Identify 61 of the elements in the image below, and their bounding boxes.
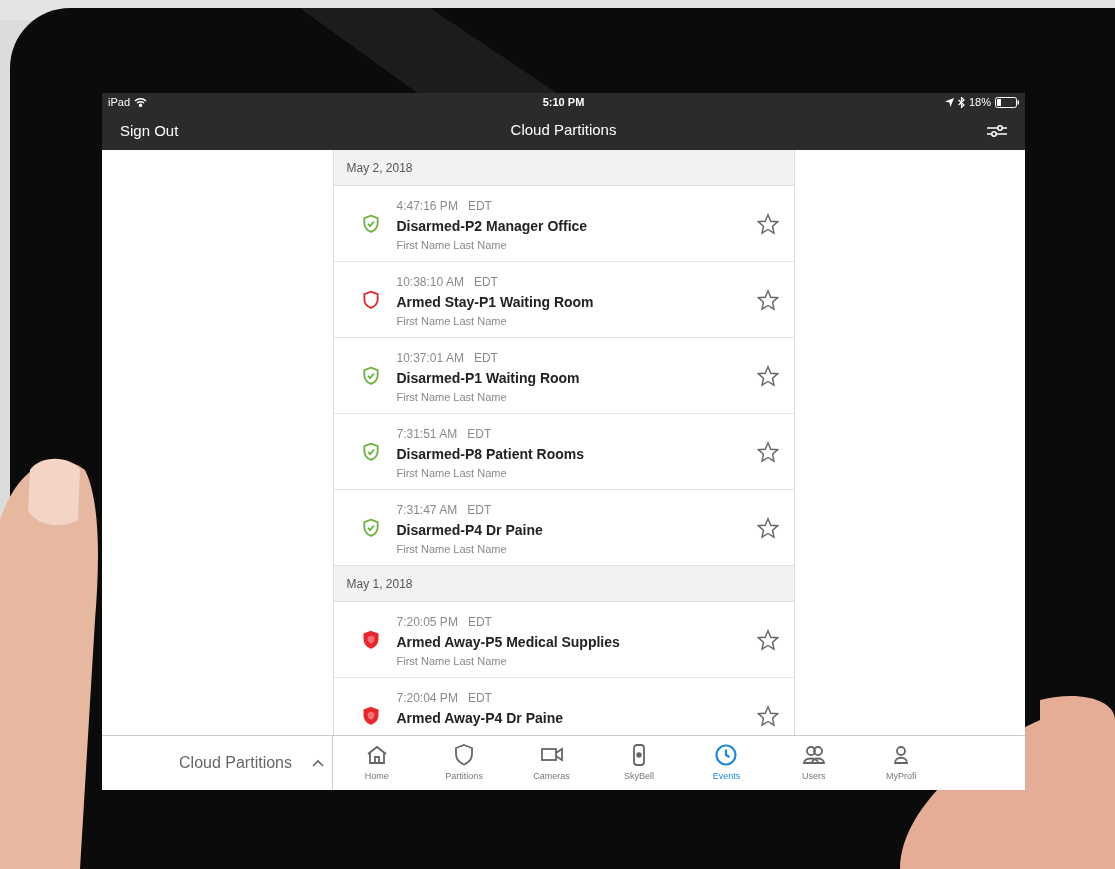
- star-icon[interactable]: [756, 441, 779, 463]
- event-title: Armed Stay-P1 Waiting Room: [396, 293, 595, 312]
- star-icon[interactable]: [756, 629, 779, 651]
- time-zone: EDT: [467, 426, 492, 443]
- event-user: First Name Last Name: [396, 314, 508, 329]
- event-user: First Name Last Name: [396, 654, 508, 669]
- location-icon: [945, 97, 954, 107]
- event-title: Disarmed-P4 Dr Paine: [396, 521, 544, 540]
- tab-bar-item[interactable]: SkyBell: [595, 736, 683, 790]
- chevron-up-icon: [312, 759, 324, 767]
- shield-check-icon: [360, 214, 381, 234]
- date-header: May 1, 2018: [346, 575, 413, 593]
- tab-bar-item[interactable]: Partitions: [420, 736, 508, 790]
- time-zone: EDT: [473, 274, 498, 291]
- event-time: 10:37:01 AM: [396, 350, 464, 367]
- partition-picker[interactable]: Cloud Partitions: [102, 736, 333, 790]
- event-user: First Name Last Name: [396, 466, 508, 481]
- event-time: 10:38:10 AM: [396, 274, 464, 291]
- event-time: 7:31:51 AM: [396, 426, 458, 443]
- filter-icon[interactable]: [987, 123, 1007, 138]
- star-icon[interactable]: [756, 705, 779, 727]
- event-user: First Name Last Name: [396, 542, 508, 557]
- battery-percent: 18%: [969, 94, 991, 110]
- tab-bar-item[interactable]: MyProfi: [857, 736, 945, 790]
- time-zone: EDT: [467, 614, 492, 631]
- event-title: Disarmed-P2 Manager Office: [396, 217, 589, 236]
- tab-bar-item[interactable]: Home: [333, 736, 421, 790]
- event-user: First Name Last Name: [396, 390, 508, 405]
- date-header: May 2, 2018: [346, 159, 413, 177]
- event-time: 7:20:04 PM: [396, 690, 458, 707]
- star-icon[interactable]: [756, 517, 779, 539]
- time-zone: EDT: [467, 502, 492, 519]
- star-icon[interactable]: [756, 289, 779, 311]
- event-title: Armed Away-P4 Dr Paine: [396, 709, 564, 728]
- tab-bar-item[interactable]: Users: [770, 736, 858, 790]
- shield-check-icon: [360, 366, 381, 386]
- carrier-label: iPad: [108, 94, 131, 110]
- tab-bar-item[interactable]: Cameras: [507, 736, 596, 790]
- bluetooth-icon: [958, 96, 965, 108]
- event-title: Disarmed-P8 Patient Rooms: [396, 445, 585, 464]
- event-time: 4:47:16 PM: [396, 198, 458, 215]
- nav-title: Cloud Partitions: [510, 120, 617, 141]
- time-zone: EDT: [473, 350, 498, 367]
- sign-out-button[interactable]: Sign Out: [120, 119, 179, 142]
- clock-icon: [714, 742, 739, 767]
- tab-bar-item[interactable]: Events: [682, 736, 771, 790]
- event-time: 7:31:47 AM: [396, 502, 458, 519]
- event-time: 7:20:05 PM: [396, 614, 458, 631]
- shield-check-icon: [360, 518, 381, 538]
- time-zone: EDT: [467, 198, 492, 215]
- battery-icon: [995, 96, 1019, 108]
- status-time: 5:10 PM: [542, 94, 585, 110]
- wifi-icon: [134, 97, 148, 107]
- time-zone: EDT: [467, 690, 492, 707]
- shield-check-icon: [360, 442, 381, 462]
- shield-icon: [360, 290, 381, 310]
- event-title: Disarmed-P1 Waiting Room: [396, 369, 581, 388]
- star-icon[interactable]: [756, 365, 779, 387]
- event-title: Armed Away-P5 Medical Supplies: [396, 633, 621, 652]
- event-user: First Name Last Name: [396, 238, 508, 253]
- star-icon[interactable]: [756, 213, 779, 235]
